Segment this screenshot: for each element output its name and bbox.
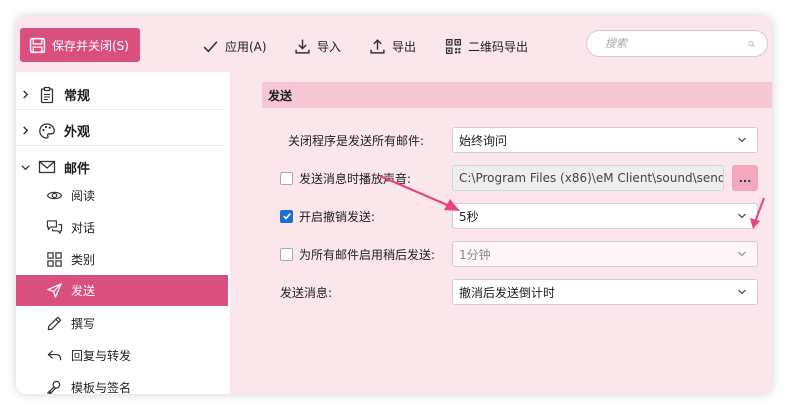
chat-icon — [46, 220, 63, 235]
close-send-all-label: 关闭程序是发送所有邮件: — [288, 133, 425, 148]
send-message-mode-select[interactable]: 撤消后发送倒计时 — [452, 279, 758, 305]
apply-label: 应用(A) — [225, 39, 267, 54]
sidebar-item-categories[interactable]: 类别 — [16, 244, 228, 275]
send-later-delay-select[interactable]: 1分钟 — [452, 241, 758, 267]
sidebar-scrollbar[interactable] — [230, 72, 236, 394]
clipboard-icon — [40, 86, 54, 103]
save-icon — [29, 37, 46, 53]
annotation-arrow-icon — [750, 197, 765, 229]
sidebar-item-label: 发送 — [71, 284, 96, 298]
download-icon — [295, 39, 310, 54]
browse-sound-button[interactable]: ... — [732, 165, 758, 191]
annotation-arrow-icon — [379, 174, 460, 211]
settings-sidebar: 常规 外观 邮件 阅读 对话 类别 发送 撰写 回复与转发 模板与签名 — [16, 72, 236, 394]
import-button[interactable]: 导入 — [294, 36, 341, 56]
close-send-all-select[interactable]: 始终询问 — [452, 127, 758, 153]
chevron-down-icon — [738, 251, 746, 257]
sidebar-item-templates-signatures[interactable]: 模板与签名 — [16, 372, 228, 394]
send-settings-panel: 发送 关闭程序是发送所有邮件: 始终询问 发送消息时播放声音: C:\Progr… — [238, 72, 772, 394]
reply-icon — [47, 350, 62, 361]
chevron-down-icon — [738, 289, 746, 295]
sidebar-item-label: 模板与签名 — [71, 381, 132, 394]
palette-icon — [39, 122, 55, 139]
grid-icon — [47, 252, 62, 267]
export-button[interactable]: 导出 — [369, 36, 416, 56]
chevron-right-icon — [22, 126, 28, 135]
undo-send-row: 开启撤销发送: — [280, 204, 375, 228]
send-later-checkbox[interactable] — [280, 247, 293, 261]
undo-send-label: 开启撤销发送: — [299, 209, 376, 224]
send-later-label: 为所有邮件启用稍后发送: — [299, 247, 436, 262]
sidebar-group-label: 外观 — [64, 125, 91, 140]
sidebar-item-compose[interactable]: 撰写 — [16, 308, 228, 339]
section-header: 发送 — [262, 82, 772, 108]
send-icon — [47, 283, 62, 298]
sidebar-group-mail[interactable]: 邮件 — [16, 152, 224, 182]
search-input[interactable] — [605, 37, 748, 50]
sidebar-item-label: 阅读 — [71, 189, 96, 203]
envelope-icon — [38, 160, 56, 174]
select-value: 撤消后发送倒计时 — [459, 285, 556, 300]
save-and-close-label: 保存并关闭(S) — [52, 38, 129, 53]
qr-export-button[interactable]: 二维码导出 — [445, 36, 528, 56]
qr-code-icon — [445, 38, 462, 54]
chevron-down-icon — [738, 137, 746, 143]
sidebar-item-label: 对话 — [71, 221, 96, 235]
send-later-row: 为所有邮件启用稍后发送: — [280, 242, 435, 266]
sidebar-group-general[interactable]: 常规 — [16, 80, 224, 110]
checkmark-icon — [203, 40, 218, 52]
save-and-close-button[interactable]: 保存并关闭(S) — [20, 28, 140, 62]
eye-icon — [46, 191, 63, 200]
sound-path-field[interactable]: C:\Program Files (x86)\eM Client\sound\s… — [452, 165, 724, 191]
import-label: 导入 — [317, 39, 342, 54]
search-box — [586, 30, 768, 57]
sidebar-group-label: 常规 — [64, 89, 91, 104]
stamp-icon — [47, 380, 61, 394]
select-value: 1分钟 — [459, 247, 491, 262]
sidebar-item-label: 撰写 — [71, 317, 96, 331]
toolbar: 保存并关闭(S) 应用(A) 导入 导出 二维码导出 — [16, 16, 772, 68]
apply-button[interactable]: 应用(A) — [202, 36, 267, 56]
sidebar-group-label: 邮件 — [64, 161, 91, 177]
export-label: 导出 — [392, 39, 417, 54]
play-sound-checkbox[interactable] — [280, 171, 293, 185]
sidebar-item-label: 回复与转发 — [71, 349, 132, 363]
pencil-icon — [47, 316, 62, 331]
chevron-right-icon — [22, 90, 28, 99]
qr-export-label: 二维码导出 — [468, 39, 529, 54]
sidebar-item-reading[interactable]: 阅读 — [16, 180, 228, 211]
chevron-down-icon — [20, 164, 30, 170]
search-icon[interactable] — [748, 38, 755, 50]
checkmark-icon — [282, 213, 291, 220]
send-message-label: 发送消息: — [280, 285, 333, 300]
select-value: 始终询问 — [459, 133, 508, 148]
sidebar-item-reply-forward[interactable]: 回复与转发 — [16, 340, 228, 371]
sidebar-group-appearance[interactable]: 外观 — [16, 116, 224, 146]
undo-send-checkbox[interactable] — [280, 209, 293, 223]
settings-window: 保存并关闭(S) 应用(A) 导入 导出 二维码导出 常规 — [16, 16, 772, 394]
sidebar-item-conversation[interactable]: 对话 — [16, 212, 228, 243]
sidebar-item-label: 类别 — [71, 253, 96, 267]
upload-icon — [370, 38, 385, 54]
undo-send-delay-select[interactable]: 5秒 — [452, 203, 758, 229]
sidebar-item-send[interactable]: 发送 — [16, 275, 228, 306]
sound-path-value: C:\Program Files (x86)\eM Client\sound\s… — [459, 171, 724, 185]
